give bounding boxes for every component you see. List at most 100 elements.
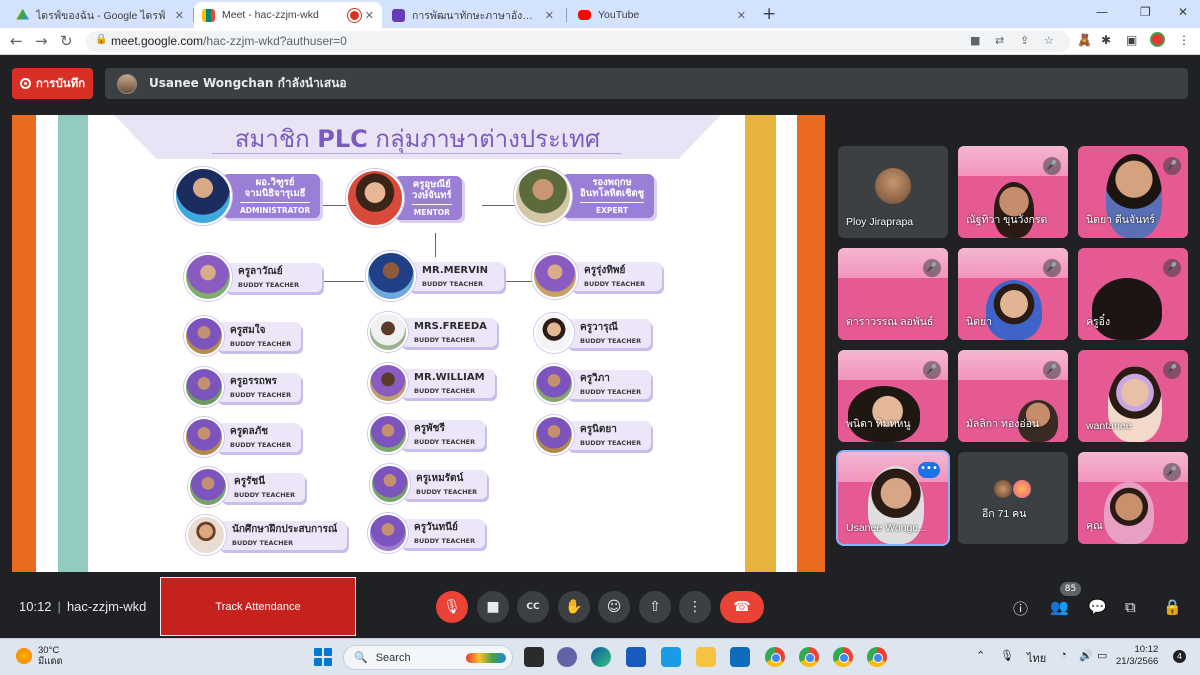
volume-icon[interactable]: 🔊 [1079,649,1093,662]
captions-button[interactable]: CC [517,591,549,623]
teacher-photo [370,464,410,504]
participant-tile[interactable]: 🎤 ดาราวรรณ ลอพันธ์ [838,248,948,340]
search-icon: 🔍 [354,652,368,664]
system-clock[interactable]: 10:12 21/3/2566 [1116,644,1158,668]
side-panel-icon[interactable]: ▣ [1126,33,1137,47]
chat-icon[interactable]: 💬 [1088,598,1107,616]
host-controls-icon[interactable]: 🔒 [1163,598,1182,616]
word-icon[interactable] [626,647,646,667]
edge-browser-icon[interactable] [591,647,611,667]
present-screen-button[interactable]: ⇧ [639,591,671,623]
forward-icon[interactable]: → [35,32,48,50]
close-tab-icon[interactable]: ✕ [737,9,746,22]
buddy-card: ครูรัชนี BUDDY TEACHER [188,467,306,507]
share-icon[interactable]: ⇪ [1020,34,1029,47]
participant-tile[interactable]: 🎤 นิตยา ดีนจันทร์ [1078,146,1188,238]
more-options-icon[interactable]: ••• [918,462,940,478]
puzzle-extensions-icon[interactable]: ✱ [1101,33,1111,47]
battery-icon[interactable]: ▭ [1097,649,1107,662]
translate-icon[interactable]: ⇄ [995,34,1004,47]
back-icon[interactable]: ← [10,32,23,50]
extension-icon[interactable]: 🧸 [1077,33,1092,47]
participant-tile[interactable]: 🎤 ณัฐทิวา ขุนวังกรด [958,146,1068,238]
track-attendance-button[interactable]: Track Attendance [160,577,356,636]
tab-google-meet[interactable]: Meet - hac-zzjm-wkd ✕ [194,2,382,28]
sun-icon [16,648,32,664]
address-bar[interactable]: 🔒 meet.google.com/hac-zzjm-wkd?authuser=… [86,31,1070,52]
camera-permission-icon[interactable]: ■ [970,34,980,47]
participant-tile[interactable]: 🎤 นิตยา [958,248,1068,340]
show-hidden-icons[interactable]: ⌃ [976,649,985,662]
muted-mic-icon: 🎤 [1043,157,1061,175]
slide-title-underline [212,153,622,154]
close-window-icon[interactable]: ✕ [1178,5,1188,19]
reload-icon[interactable]: ↻ [60,32,73,50]
meeting-info-icon[interactable]: ⓘ [1013,598,1028,619]
minimize-icon[interactable]: — [1096,5,1108,19]
more-options-button[interactable]: ⋮ [679,591,711,623]
teacher-photo [368,312,408,352]
video-camera-icon: ■ [486,599,500,615]
participant-tile[interactable]: 🎤 พนิดา ทิมทหนู [838,350,948,442]
notification-badge[interactable]: 4 [1173,650,1186,663]
tab-google-drive[interactable]: ไดรฟ์ของฉัน - Google ไดรฟ์ ✕ [8,2,192,28]
close-tab-icon[interactable]: ✕ [545,9,554,22]
activities-icon[interactable]: ⧉ [1125,598,1136,616]
recording-button[interactable]: การบันทึก [12,68,93,99]
chrome-icon[interactable] [765,647,785,667]
meeting-details: 10:12 | hac-zzjm-wkd [19,599,147,614]
profile-avatar[interactable] [1150,32,1165,47]
buddy-card: ครูพัชรี BUDDY TEACHER [368,414,486,454]
raise-hand-button[interactable]: ✋ [558,591,590,623]
input-language[interactable]: ไทย [1027,649,1046,667]
tab-youtube[interactable]: YouTube ✕ [570,2,754,28]
buddy-card: ครูสมใจ BUDDY TEACHER [184,316,302,356]
youtube-icon [578,10,591,20]
tab-google-forms[interactable]: การพัฒนาทักษะภาษาอังกฤษ English ✕ [384,2,562,28]
close-tab-icon[interactable]: ✕ [175,9,184,22]
participant-tile[interactable]: Ploy Jiraprapa [838,146,948,238]
presenter-avatar [117,73,137,94]
camera-toggle-button[interactable]: ■ [477,591,509,623]
slide-stripe-teal [58,115,88,572]
participant-tile[interactable]: 🎤 wantanee [1078,350,1188,442]
chrome-profile-icon[interactable] [833,647,853,667]
restore-icon[interactable]: ❐ [1140,5,1151,19]
bookmark-star-icon[interactable]: ☆ [1044,34,1054,47]
participant-tile-presenter[interactable]: ••• Usanee Wongc... [838,452,948,544]
new-tab-icon[interactable]: + [762,4,776,24]
lock-icon[interactable]: 🔒 [95,34,107,45]
participant-tile[interactable]: 🎤 มัลลิกา ทองอ่อน [958,350,1068,442]
weather-widget[interactable]: 30°C มีแดด [16,645,63,667]
leave-call-button[interactable]: ☎ [720,591,764,623]
wifi-icon[interactable]: ◔ [1060,649,1067,661]
teacher-photo [184,316,224,356]
presenting-banner: Usanee Wongchan กำลังนำเสนอ [105,68,1188,99]
people-icon[interactable]: 👥 [1050,598,1069,616]
mail-icon[interactable] [730,647,750,667]
windows-start-icon[interactable] [314,648,332,666]
teacher-photo [534,313,574,353]
file-explorer-icon[interactable] [696,647,716,667]
l-app-icon[interactable] [661,647,681,667]
teacher-photo [184,253,232,301]
people-count-badge: 85 [1060,582,1081,596]
taskbar-search[interactable]: 🔍 Search [343,645,513,670]
chrome-profile-icon[interactable] [867,647,887,667]
chat-app-icon[interactable] [557,647,577,667]
close-tab-icon[interactable]: ✕ [365,9,374,22]
task-view-icon[interactable] [524,647,544,667]
participant-avatar-stack [994,480,1012,498]
teacher-photo [184,367,224,407]
participant-tile-self[interactable]: 🎤 คุณ [1078,452,1188,544]
more-participants-tile[interactable]: อีก 71 คน [958,452,1068,544]
chrome-profile-icon[interactable] [799,647,819,667]
microphone-tray-icon[interactable]: 🎙 [1000,649,1014,662]
more-menu-icon[interactable]: ⋮ [1178,33,1190,47]
participant-tile[interactable]: 🎤 ครูอิ๋ง [1078,248,1188,340]
reactions-button[interactable]: ☺ [598,591,630,623]
teacher-photo [368,513,408,553]
microphone-toggle-button[interactable]: 🎙 [436,591,468,623]
buddy-card: ครูรุ่งทิพย์ BUDDY TEACHER [532,253,662,299]
buddy-card: MRS.FREEDA BUDDY TEACHER [368,312,497,352]
